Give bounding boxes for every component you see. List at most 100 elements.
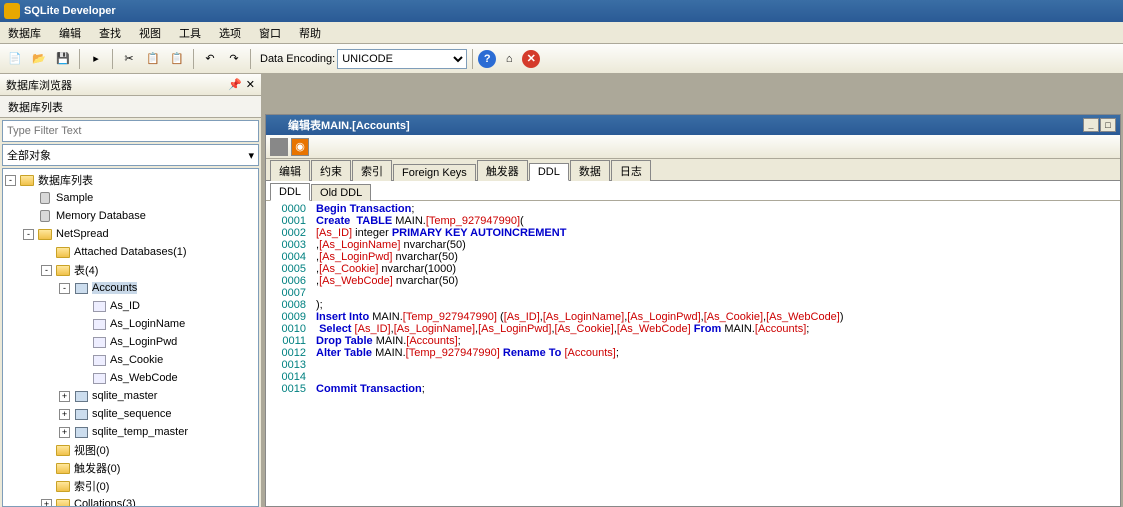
tab-约束[interactable]: 约束 — [311, 160, 351, 181]
sidebar-tab[interactable]: 数据库列表 — [0, 96, 261, 118]
tree-sqlite-master[interactable]: +sqlite_master — [3, 387, 258, 405]
doc-btn-stop[interactable]: ◉ — [291, 138, 309, 156]
code-line: Select [As_ID],[As_LoginName],[As_LoginP… — [316, 323, 809, 335]
tree-views[interactable]: 视图(0) — [3, 441, 258, 459]
folder-icon — [55, 461, 71, 475]
home-icon[interactable]: ⌂ — [498, 48, 520, 70]
pin-icon[interactable]: 📌 — [228, 78, 242, 91]
tool-save-icon[interactable]: 💾 — [52, 48, 74, 70]
menu-查找[interactable]: 查找 — [95, 23, 125, 43]
tool-undo-icon[interactable]: ↶ — [199, 48, 221, 70]
code-line: ,[As_LoginPwd] nvarchar(50) — [316, 251, 458, 263]
code-line: ,[As_WebCode] nvarchar(50) — [316, 275, 458, 287]
tree-col-As_LoginPwd[interactable]: As_LoginPwd — [3, 333, 258, 351]
menu-工具[interactable]: 工具 — [175, 23, 205, 43]
tab-编辑[interactable]: 编辑 — [270, 160, 310, 181]
menu-选项[interactable]: 选项 — [215, 23, 245, 43]
scope-select[interactable]: 全部对象▾ — [2, 144, 259, 166]
tree-col-As_WebCode[interactable]: As_WebCode — [3, 369, 258, 387]
tool-cut-icon[interactable]: ✂ — [118, 48, 140, 70]
line-number: 0009 — [266, 311, 316, 323]
tab-Foreign Keys[interactable]: Foreign Keys — [393, 164, 476, 181]
app-icon — [4, 3, 20, 19]
code-line: Insert Into MAIN.[Temp_927947990] ([As_I… — [316, 311, 844, 323]
expand-icon[interactable]: - — [59, 283, 70, 294]
tree-root[interactable]: -数据库列表 — [3, 171, 258, 189]
menu-视图[interactable]: 视图 — [135, 23, 165, 43]
menu-窗口[interactable]: 窗口 — [255, 23, 285, 43]
line-number: 0011 — [266, 335, 316, 347]
code-line: Alter Table MAIN.[Temp_927947990] Rename… — [316, 347, 619, 359]
tree-sqlite-temp-master[interactable]: +sqlite_temp_master — [3, 423, 258, 441]
tree-memdb[interactable]: Memory Database — [3, 207, 258, 225]
expand-icon[interactable]: + — [59, 427, 70, 438]
close-icon[interactable]: ✕ — [522, 50, 540, 68]
subtab-Old DDL[interactable]: Old DDL — [311, 184, 371, 201]
tbl-icon — [73, 425, 89, 439]
expand-icon[interactable]: + — [41, 499, 52, 507]
subtab-DDL[interactable]: DDL — [270, 183, 310, 201]
tool-open-icon[interactable]: 📂 — [28, 48, 50, 70]
expand-icon[interactable]: - — [41, 265, 52, 276]
filter-input[interactable] — [2, 120, 259, 142]
tool-arrow-icon[interactable]: ▸ — [85, 48, 107, 70]
doc-subtabs: DDLOld DDL — [266, 181, 1120, 201]
tree-col-As_Cookie[interactable]: As_Cookie — [3, 351, 258, 369]
line-number: 0003 — [266, 239, 316, 251]
tree-netspread[interactable]: -NetSpread — [3, 225, 258, 243]
tree-sample[interactable]: Sample — [3, 189, 258, 207]
tool-redo-icon[interactable]: ↷ — [223, 48, 245, 70]
close-panel-icon[interactable]: ✕ — [246, 78, 255, 91]
tree: -数据库列表SampleMemory Database-NetSpreadAtt… — [2, 168, 259, 507]
tool-paste-icon[interactable]: 📋 — [166, 48, 188, 70]
encoding-select[interactable]: UNICODE — [337, 49, 467, 69]
expand-icon[interactable]: - — [5, 175, 16, 186]
db-icon — [37, 191, 53, 205]
app-title: SQLite Developer — [24, 5, 116, 17]
tree-attached[interactable]: Attached Databases(1) — [3, 243, 258, 261]
menu-编辑[interactable]: 编辑 — [55, 23, 85, 43]
minimize-icon[interactable]: _ — [1083, 118, 1099, 132]
tree-accounts[interactable]: -Accounts — [3, 279, 258, 297]
col-icon — [91, 335, 107, 349]
tree-sqlite-sequence[interactable]: +sqlite_sequence — [3, 405, 258, 423]
line-number: 0001 — [266, 215, 316, 227]
help-icon[interactable]: ? — [478, 50, 496, 68]
encoding-label: Data Encoding: — [260, 53, 335, 65]
tree-col-As_ID[interactable]: As_ID — [3, 297, 258, 315]
tree-collations[interactable]: +Collations(3) — [3, 495, 258, 507]
tab-索引[interactable]: 索引 — [352, 160, 392, 181]
chevron-down-icon: ▾ — [248, 149, 254, 162]
tab-触发器[interactable]: 触发器 — [477, 160, 528, 181]
code-line: ); — [316, 299, 323, 311]
code-line: ,[As_Cookie] nvarchar(1000) — [316, 263, 456, 275]
document: 编辑表MAIN.[Accounts] _ □ ◉ 编辑约束索引Foreign K… — [265, 114, 1121, 507]
tree-indexes[interactable]: 索引(0) — [3, 477, 258, 495]
line-number: 0006 — [266, 275, 316, 287]
expand-icon[interactable]: - — [23, 229, 34, 240]
doc-tabs: 编辑约束索引Foreign Keys触发器DDL数据日志 — [266, 159, 1120, 181]
code-editor[interactable]: 0000Begin Transaction;0001Create TABLE M… — [266, 201, 1120, 506]
tree-triggers[interactable]: 触发器(0) — [3, 459, 258, 477]
tab-DDL[interactable]: DDL — [529, 163, 569, 181]
doc-btn-1[interactable] — [270, 138, 288, 156]
line-number: 0012 — [266, 347, 316, 359]
tree-col-As_LoginName[interactable]: As_LoginName — [3, 315, 258, 333]
line-number: 0008 — [266, 299, 316, 311]
expand-icon[interactable]: + — [59, 391, 70, 402]
line-number: 0002 — [266, 227, 316, 239]
folder-icon — [19, 173, 35, 187]
line-number: 0005 — [266, 263, 316, 275]
tool-new-icon[interactable]: 📄 — [4, 48, 26, 70]
line-number: 0014 — [266, 371, 316, 383]
sidebar: 数据库浏览器 📌 ✕ 数据库列表 全部对象▾ -数据库列表SampleMemor… — [0, 74, 263, 507]
maximize-icon[interactable]: □ — [1100, 118, 1116, 132]
folder-icon — [55, 443, 71, 457]
menu-帮助[interactable]: 帮助 — [295, 23, 325, 43]
tab-日志[interactable]: 日志 — [611, 160, 651, 181]
tree-tables[interactable]: -表(4) — [3, 261, 258, 279]
tab-数据[interactable]: 数据 — [570, 160, 610, 181]
expand-icon[interactable]: + — [59, 409, 70, 420]
tool-copy-icon[interactable]: 📋 — [142, 48, 164, 70]
menu-数据库[interactable]: 数据库 — [4, 23, 45, 43]
